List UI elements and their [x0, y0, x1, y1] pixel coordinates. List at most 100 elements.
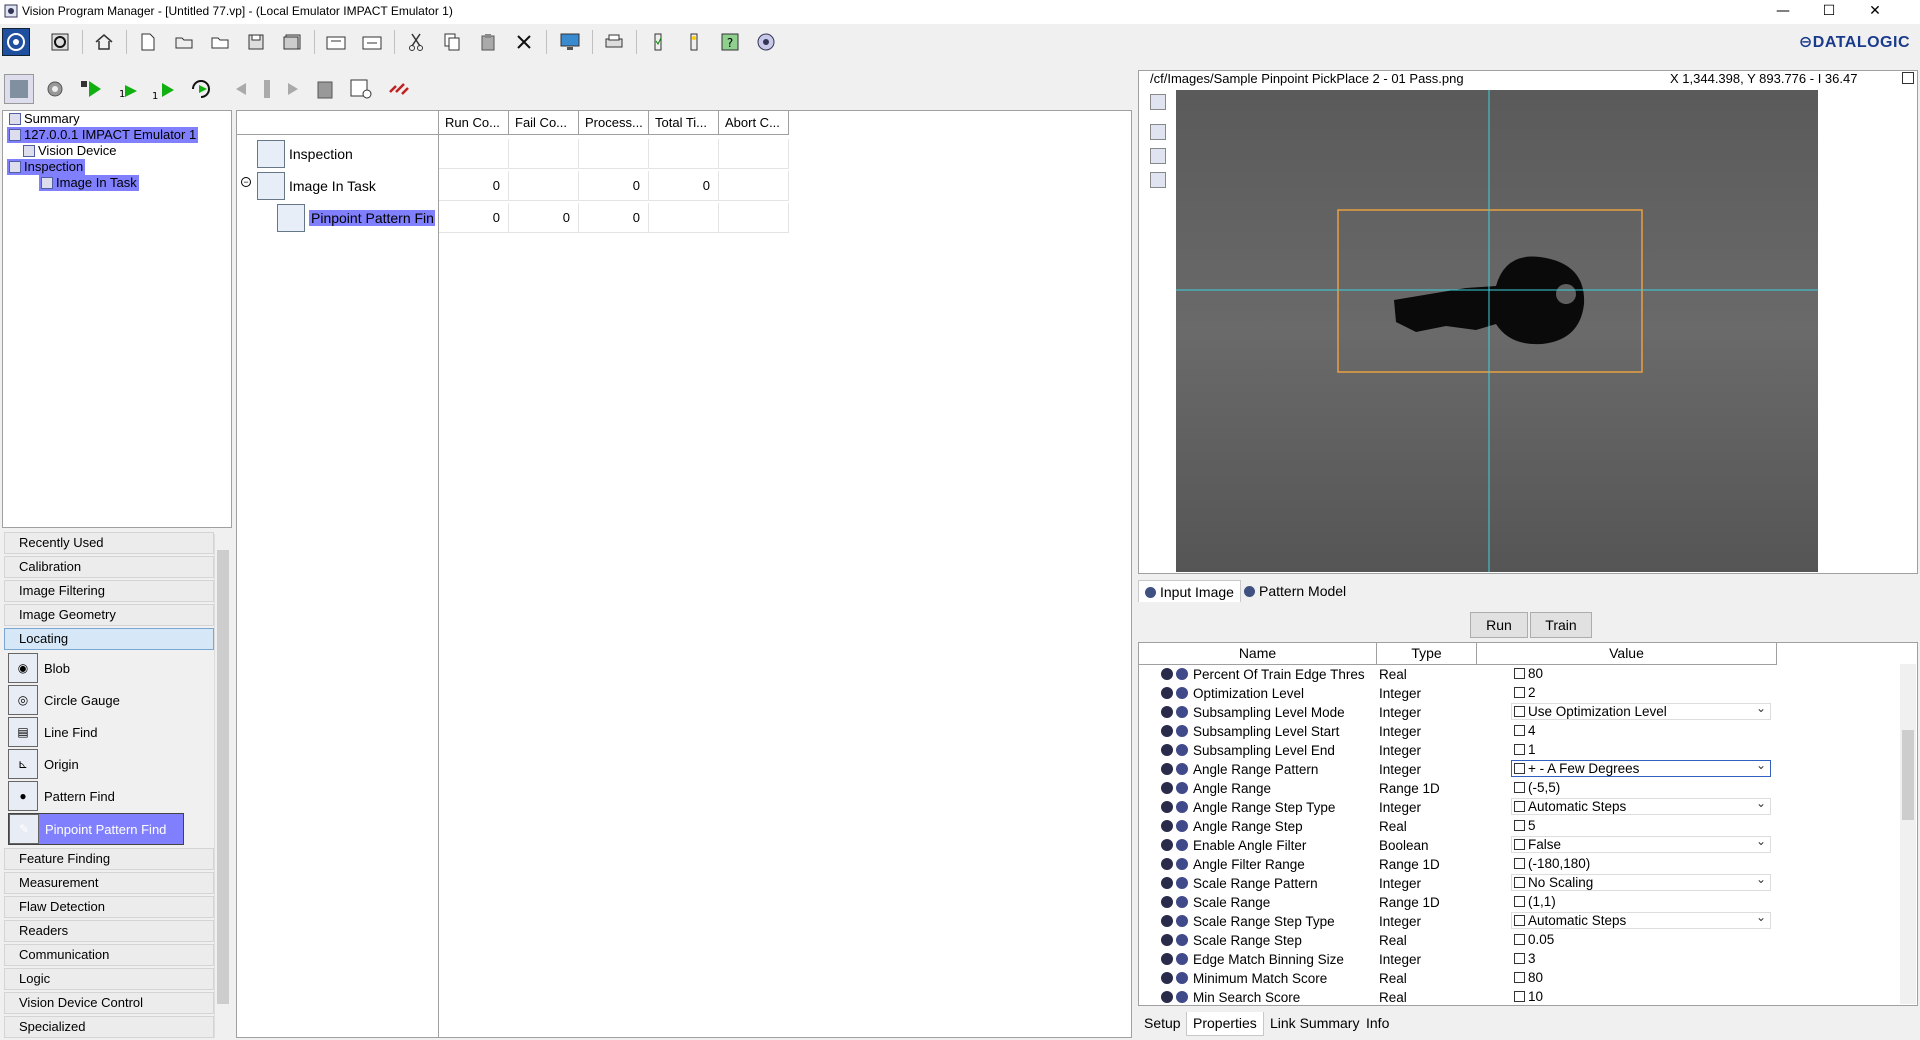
run-button[interactable]: Run [1470, 612, 1528, 638]
property-value-dropdown[interactable]: + - A Few Degrees [1511, 757, 1771, 777]
run-once-icon[interactable]: 1 [112, 74, 142, 104]
category-specialized[interactable]: Specialized [4, 1016, 214, 1038]
link-icon[interactable] [1514, 896, 1525, 907]
maximize-button[interactable]: ☐ [1806, 0, 1852, 24]
info-icon[interactable] [1176, 991, 1188, 1003]
expand-icon[interactable] [1161, 953, 1173, 965]
property-value-dropdown[interactable]: Use Optimization Level [1511, 700, 1771, 720]
expand-icon[interactable] [1161, 858, 1173, 870]
link-icon[interactable] [1514, 953, 1525, 964]
camera-icon[interactable] [46, 28, 74, 56]
property-row[interactable]: Optimization Level Integer 2 [1139, 684, 1779, 703]
property-value-field[interactable]: (1,1) [1511, 893, 1771, 910]
expand-icon[interactable] [1161, 839, 1173, 851]
help-icon[interactable]: ? [716, 28, 744, 56]
overlay-icon[interactable] [1150, 172, 1166, 188]
info-icon[interactable] [1176, 782, 1188, 794]
link-icon[interactable] [1514, 725, 1525, 736]
info-icon[interactable] [1176, 687, 1188, 699]
category-measurement[interactable]: Measurement [4, 872, 214, 894]
close-button[interactable]: ✕ [1852, 0, 1898, 24]
property-row[interactable]: Angle Range Range 1D (-5,5) [1139, 779, 1779, 798]
property-value-dropdown[interactable]: Automatic Steps [1511, 909, 1771, 929]
edit-mode-icon[interactable] [4, 74, 34, 104]
expand-icon[interactable] [1161, 801, 1173, 813]
paste-icon[interactable] [474, 28, 502, 56]
save-icon[interactable] [242, 28, 270, 56]
info-icon[interactable] [1176, 668, 1188, 680]
property-row[interactable]: Min Search Score Real 10 [1139, 988, 1779, 1005]
props-header-value[interactable]: Value [1477, 643, 1777, 665]
category-readers[interactable]: Readers [4, 920, 214, 942]
category-recently-used[interactable]: Recently Used [4, 532, 214, 554]
expand-icon[interactable] [1161, 744, 1173, 756]
grid-row-inspection[interactable]: Inspection [257, 139, 353, 169]
category-logic[interactable]: Logic [4, 968, 214, 990]
property-row[interactable]: Edge Match Binning Size Integer 3 [1139, 950, 1779, 969]
grid-row-image-in-task[interactable]: Image In Task [257, 171, 376, 201]
tab-link-summary[interactable]: Link Summary [1264, 1012, 1365, 1036]
folder-icon[interactable] [206, 28, 234, 56]
run-step-icon[interactable]: 1 [148, 74, 178, 104]
power-device-icon[interactable] [680, 28, 708, 56]
vision-device-icon[interactable] [2, 28, 30, 56]
property-row[interactable]: Angle Filter Range Range 1D (-180,180) [1139, 855, 1779, 874]
settings-gear-icon[interactable] [40, 74, 70, 104]
toolbox-scrollbar[interactable] [214, 534, 230, 1038]
tool-blob[interactable]: ◉ Blob [8, 652, 184, 684]
scrollbar-thumb[interactable] [1902, 730, 1914, 820]
property-value-field[interactable]: 80 [1511, 665, 1771, 682]
property-row[interactable]: Angle Range Pattern Integer + - A Few Degr… [1139, 757, 1779, 779]
property-value-field[interactable]: 5 [1511, 817, 1771, 834]
scrollbar-thumb[interactable] [217, 550, 229, 1004]
info-icon[interactable] [1176, 839, 1188, 851]
category-vision-device-control[interactable]: Vision Device Control [4, 992, 214, 1014]
run-icon[interactable] [76, 74, 106, 104]
category-flaw-detection[interactable]: Flaw Detection [4, 896, 214, 918]
category-communication[interactable]: Communication [4, 944, 214, 966]
expand-icon[interactable] [1161, 782, 1173, 794]
property-row[interactable]: Subsampling Level Start Integer 4 [1139, 722, 1779, 741]
property-row[interactable]: Subsampling Level End Integer 1 [1139, 741, 1779, 760]
link-icon[interactable] [1514, 991, 1525, 1002]
grid-header-abort-count[interactable]: Abort C... [719, 111, 789, 135]
grid-header-process[interactable]: Process... [579, 111, 649, 135]
info-icon[interactable] [1176, 744, 1188, 756]
tree-node-inspection[interactable]: Inspection [7, 159, 86, 175]
property-value-field[interactable]: (-5,5) [1511, 779, 1771, 796]
link-icon[interactable] [1514, 820, 1525, 831]
property-value-field[interactable]: (-180,180) [1511, 855, 1771, 872]
zoom-icon[interactable] [1150, 124, 1166, 140]
info-icon[interactable] [1176, 972, 1188, 984]
property-value-field[interactable]: 4 [1511, 722, 1771, 739]
property-value-field[interactable]: 0.05 [1511, 931, 1771, 948]
info-icon[interactable] [1176, 858, 1188, 870]
link-icon[interactable] [384, 74, 414, 104]
category-image-filtering[interactable]: Image Filtering [4, 580, 214, 602]
property-value-dropdown[interactable]: False [1511, 833, 1771, 853]
expand-icon[interactable] [1161, 668, 1173, 680]
category-image-geometry[interactable]: Image Geometry [4, 604, 214, 626]
link-icon[interactable] [1514, 934, 1525, 945]
property-value-dropdown[interactable]: No Scaling [1511, 871, 1771, 891]
property-row[interactable]: Minimum Match Score Real 80 [1139, 969, 1779, 988]
info-icon[interactable] [1176, 953, 1188, 965]
property-row[interactable]: Scale Range Range 1D (1,1) [1139, 893, 1779, 912]
tab-input-image[interactable]: Input Image [1138, 580, 1241, 602]
expand-icon[interactable] [1161, 915, 1173, 927]
expand-icon[interactable] [1161, 877, 1173, 889]
tool-origin[interactable]: ⊾ Origin [8, 748, 184, 780]
tab-info[interactable]: Info [1360, 1012, 1395, 1036]
open-folder-icon[interactable] [170, 28, 198, 56]
property-row[interactable]: Scale Range Pattern Integer No Scaling [1139, 871, 1779, 893]
info-icon[interactable] [1176, 915, 1188, 927]
link-icon[interactable] [1514, 744, 1525, 755]
link-icon[interactable] [1514, 782, 1525, 793]
info-icon[interactable] [1176, 706, 1188, 718]
cut-icon[interactable] [402, 28, 430, 56]
category-calibration[interactable]: Calibration [4, 556, 214, 578]
delete-icon[interactable] [510, 28, 538, 56]
save-all-icon[interactable] [278, 28, 306, 56]
home-icon[interactable] [90, 28, 118, 56]
about-icon[interactable] [752, 28, 780, 56]
